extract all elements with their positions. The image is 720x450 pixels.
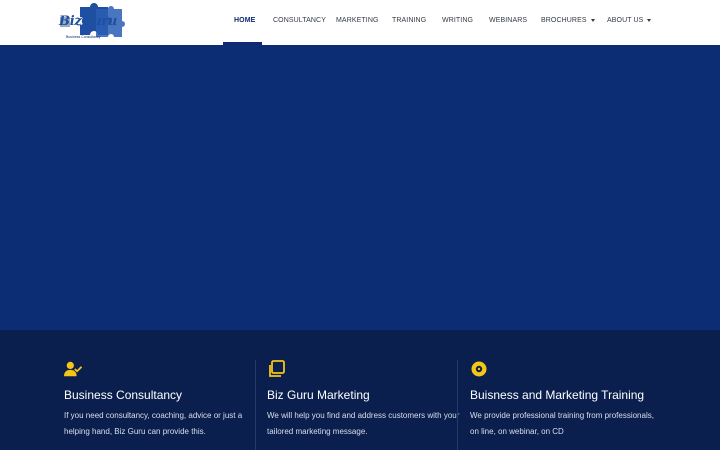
copy-icon [269, 360, 285, 377]
nav-consultancy[interactable]: CONSULTANCY [273, 17, 326, 24]
nav-home[interactable]: HOME [234, 17, 255, 24]
feature-title: Buisness and Marketing Training [470, 388, 645, 402]
hero-banner [0, 45, 720, 330]
user-check-icon [64, 361, 82, 377]
feature-title: Business Consultancy [64, 388, 183, 402]
logo-tagline: Business Consultancy [66, 35, 101, 39]
feature-text: We provide professional training from pr… [470, 411, 654, 436]
nav-writing[interactable]: WRITING [442, 17, 473, 24]
disc-icon [471, 361, 487, 377]
feature-consultancy: Business Consultancy If you need consult… [64, 360, 259, 439]
chevron-down-icon [590, 18, 595, 22]
feature-training: Buisness and Marketing Training We provi… [470, 360, 665, 439]
feature-text: If you need consultancy, coaching, advic… [64, 411, 243, 436]
nav-about-us[interactable]: ABOUT US [607, 17, 652, 24]
nav-about-us-label: ABOUT US [607, 17, 644, 24]
nav-marketing[interactable]: MARKETING [336, 17, 379, 24]
nav-brochures-label: BROCHURES [541, 17, 587, 24]
site-header: BizGuru Business Consultancy HOME CONSUL… [0, 0, 720, 45]
logo-wordmark[interactable]: BizGuru [59, 14, 117, 29]
features-section: Business Consultancy If you need consult… [0, 330, 720, 450]
column-divider [457, 360, 458, 450]
nav-webinars[interactable]: WEBINARS [489, 17, 527, 24]
feature-title: Biz Guru Marketing [267, 388, 370, 402]
column-divider [255, 360, 256, 450]
feature-marketing: Biz Guru Marketing We will help you find… [267, 360, 462, 439]
nav-training[interactable]: TRAINING [392, 17, 426, 24]
chevron-down-icon [647, 18, 652, 22]
feature-text: We will help you find and address custom… [267, 411, 460, 436]
nav-brochures[interactable]: BROCHURES [541, 17, 595, 24]
